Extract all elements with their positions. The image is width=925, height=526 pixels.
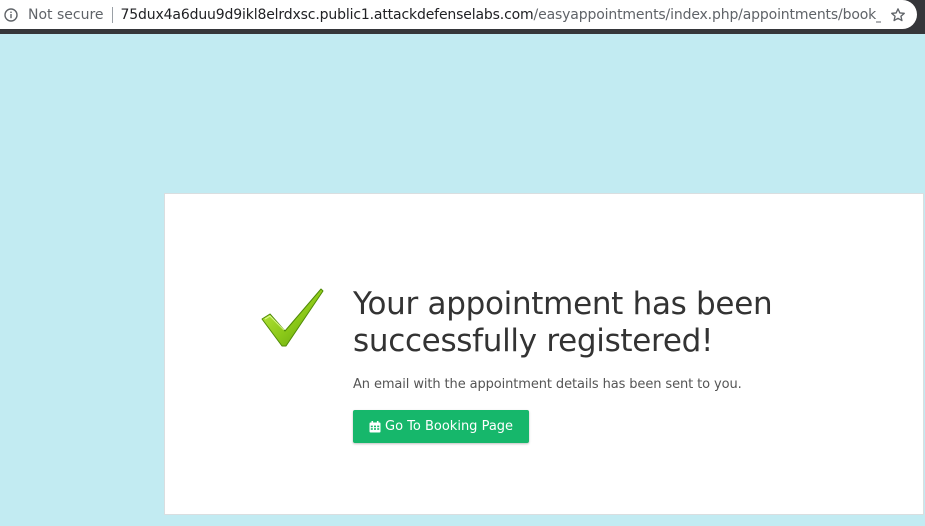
url-host: 75dux4a6duu9d9ikl8elrdxsc.public1.attack… xyxy=(120,6,534,23)
success-headline: Your appointment has been successfully r… xyxy=(353,286,773,359)
checkmark-icon xyxy=(261,286,325,348)
info-icon[interactable] xyxy=(4,7,18,22)
button-label: Go To Booking Page xyxy=(385,419,514,434)
confirmation-message: An email with the appointment details ha… xyxy=(353,377,742,392)
browser-toolbar: Not secure 75dux4a6duu9d9ikl8elrdxsc.pub… xyxy=(0,0,925,34)
go-to-booking-page-button[interactable]: Go To Booking Page xyxy=(353,410,530,443)
url-text[interactable]: 75dux4a6duu9d9ikl8elrdxsc.public1.attack… xyxy=(121,7,881,23)
address-divider xyxy=(111,6,113,23)
address-bar[interactable]: Not secure 75dux4a6duu9d9ikl8elrdxsc.pub… xyxy=(0,0,917,29)
success-card: Your appointment has been successfully r… xyxy=(164,193,924,515)
url-path: /easyappointments/index.php/appointments… xyxy=(533,6,881,23)
calendar-icon xyxy=(369,420,381,433)
security-status-label[interactable]: Not secure xyxy=(28,7,104,23)
star-icon[interactable] xyxy=(889,6,907,24)
